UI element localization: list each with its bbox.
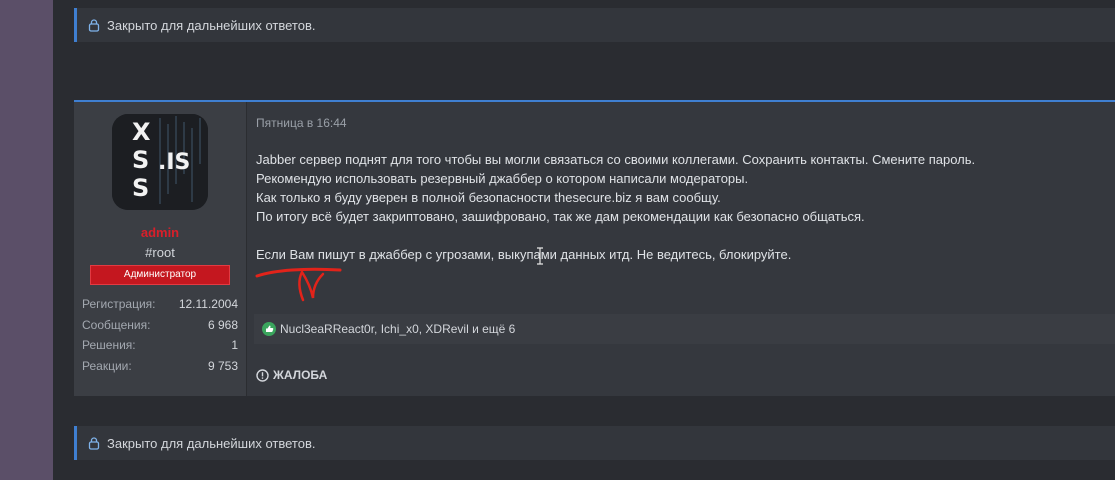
username-link[interactable]: admin: [74, 225, 246, 240]
like-icon: [262, 322, 276, 336]
stat-row-reactions: Реакции: 9 753: [82, 356, 238, 377]
reactions-bar[interactable]: Nucl3eaRReact0r, Ichi_x0, XDRevil и ещё …: [254, 314, 1115, 344]
post-line: По итогу всё будет закриптовано, зашифро…: [256, 209, 865, 224]
post-message: Пятница в 16:44 Jabber сервер поднят для…: [246, 102, 1115, 396]
reactions-text[interactable]: Nucl3eaRReact0r, Ichi_x0, XDRevil и ещё …: [280, 322, 515, 336]
post-body: Jabber сервер поднят для того чтобы вы м…: [256, 150, 975, 264]
xss-is-logo-icon: X S S .IS: [112, 114, 208, 210]
avatar[interactable]: X S S .IS: [112, 114, 208, 210]
locked-notice-text: Закрыто для дальнейших ответов.: [107, 17, 316, 33]
forum-post: X S S .IS admin #root Администратор Реги…: [74, 100, 1115, 396]
post-date[interactable]: Пятница в 16:44: [256, 116, 347, 130]
locked-notice-bottom: Закрыто для дальнейших ответов.: [74, 426, 1115, 460]
stat-value[interactable]: 6 968: [208, 318, 238, 332]
svg-text:S: S: [132, 174, 149, 202]
svg-text:X: X: [132, 118, 151, 146]
stat-value: 9 753: [207, 358, 238, 373]
lock-icon: [87, 18, 101, 32]
stat-label: Регистрация:: [82, 297, 156, 312]
user-stats: Регистрация: 12.11.2004 Сообщения: 6 968…: [82, 294, 238, 376]
text-cursor-icon: [537, 247, 543, 265]
svg-text:.IS: .IS: [158, 150, 190, 175]
locked-notice-text: Закрыто для дальнейших ответов.: [107, 435, 316, 451]
left-sidebar-strip: [0, 0, 53, 480]
locked-notice-top: Закрыто для дальнейших ответов.: [74, 8, 1115, 42]
post-line: Jabber сервер поднят для того чтобы вы м…: [256, 152, 976, 167]
post-warning-line: Если Вам пишут в джаббер с угрозами, вык…: [256, 247, 792, 262]
stat-label: Сообщения:: [82, 317, 151, 332]
post-user-cell: X S S .IS admin #root Администратор Реги…: [74, 102, 247, 396]
report-label: ЖАЛОБА: [273, 368, 328, 382]
stat-row-solutions: Решения: 1: [82, 335, 238, 356]
stat-value: 12.11.2004: [178, 297, 238, 312]
stat-value[interactable]: 1: [231, 338, 238, 352]
alert-circle-icon: [256, 368, 269, 382]
svg-text:S: S: [132, 146, 149, 174]
stat-row-registration: Регистрация: 12.11.2004: [82, 294, 238, 315]
report-button[interactable]: ЖАЛОБА: [256, 368, 327, 382]
stat-label: Решения:: [82, 338, 136, 353]
role-banner: Администратор: [90, 265, 230, 285]
stat-row-messages: Сообщения: 6 968: [82, 315, 238, 336]
stat-label: Реакции:: [82, 358, 132, 373]
user-title: #root: [145, 245, 175, 260]
post-line: Рекомендую использовать резервный джаббе…: [256, 171, 749, 186]
lock-icon: [87, 436, 101, 450]
post-line: Как только я буду уверен в полной безопа…: [256, 190, 721, 205]
